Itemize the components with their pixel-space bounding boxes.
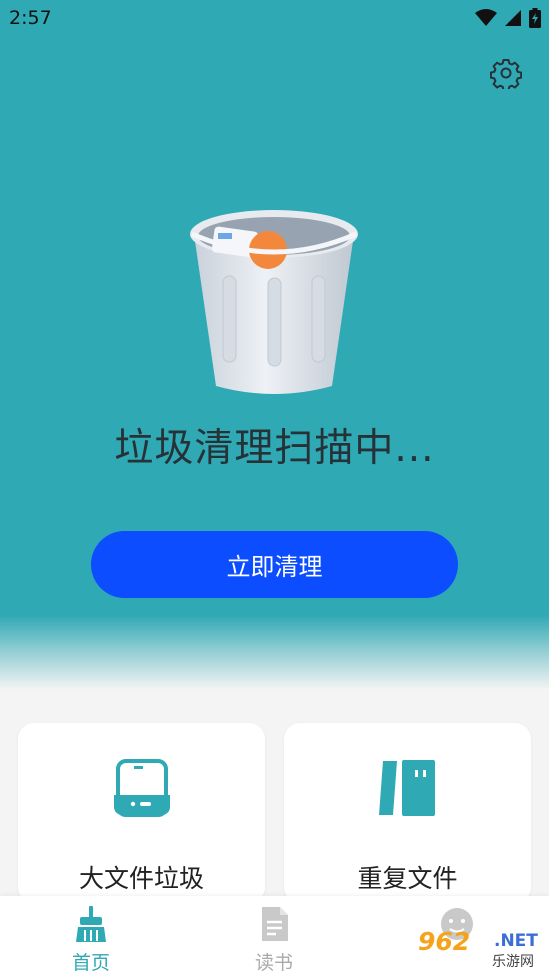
document-icon	[262, 907, 288, 941]
settings-gear-icon[interactable]	[490, 57, 522, 89]
trash-can-illustration	[190, 210, 358, 394]
duplicate-files-icon	[379, 760, 435, 816]
site-watermark: 962 .NET 乐游网	[418, 927, 546, 971]
watermark-brand: 962	[418, 927, 471, 956]
wifi-icon	[475, 9, 497, 26]
nav-item-home[interactable]: 首页	[31, 896, 151, 976]
nav-label-home: 首页	[71, 952, 110, 974]
status-icons	[475, 8, 541, 28]
watermark-subtitle: 乐游网	[492, 954, 534, 970]
battery-charging-icon	[529, 8, 541, 28]
broom-icon	[76, 906, 106, 942]
scan-status-title: 垃圾清理扫描中...	[114, 426, 435, 471]
nav-item-read[interactable]: 读书	[214, 896, 334, 976]
signal-icon	[505, 10, 521, 26]
large-files-label: 大文件垃圾	[78, 864, 204, 893]
nav-label-read: 读书	[254, 952, 293, 974]
duplicate-files-label: 重复文件	[357, 864, 458, 893]
status-bar: 2:57	[0, 0, 549, 36]
clean-now-button[interactable]: 立即清理	[91, 531, 458, 598]
storage-drive-icon	[114, 759, 170, 817]
watermark-domain: .NET	[494, 931, 538, 951]
duplicate-files-card[interactable]: 重复文件	[284, 723, 531, 903]
large-files-card[interactable]: 大文件垃圾	[18, 723, 265, 903]
status-time: 2:57	[9, 7, 52, 29]
